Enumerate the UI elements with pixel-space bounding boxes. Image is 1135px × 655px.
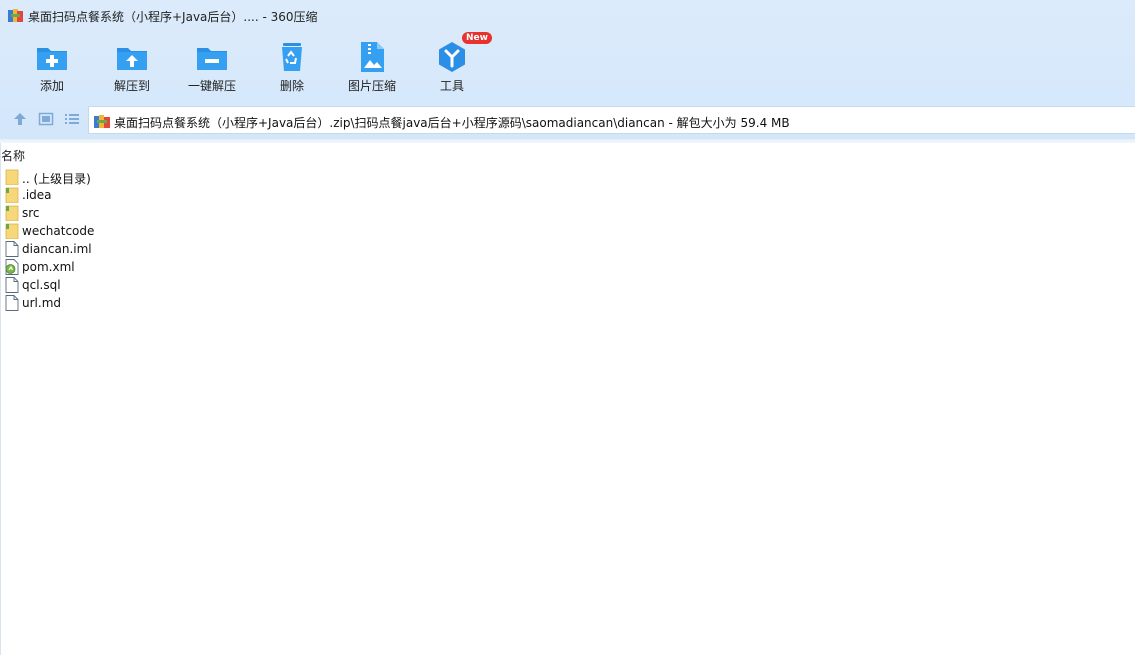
add-label: 添加 bbox=[39, 79, 64, 93]
toolbar: 添加 解压到 一键解压 删除 图片压缩 New 工具 bbox=[0, 32, 1135, 96]
file-name: diancan.iml bbox=[22, 242, 92, 256]
extract-to-label: 解压到 bbox=[113, 79, 150, 93]
delete-label: 删除 bbox=[279, 79, 304, 93]
one-click-extract-label: 一键解压 bbox=[187, 79, 236, 93]
file-name: url.md bbox=[22, 296, 61, 310]
file-name: pom.xml bbox=[22, 260, 75, 274]
tools-button[interactable]: New 工具 bbox=[412, 32, 492, 96]
list-item[interactable]: diancan.iml bbox=[5, 240, 305, 258]
list-item[interactable]: qcl.sql bbox=[5, 276, 305, 294]
archive-icon bbox=[94, 115, 110, 128]
address-bar[interactable]: 桌面扫码点餐系统（小程序+Java后台）.zip\扫码点餐java后台+小程序源… bbox=[88, 106, 1135, 134]
list-item[interactable]: src bbox=[5, 204, 305, 222]
folder-icon bbox=[5, 223, 19, 239]
new-badge: New bbox=[462, 32, 492, 44]
file-name: qcl.sql bbox=[22, 278, 61, 292]
file-list-pane: 名称 .. (上级目录) .idea src wechatcode dianca… bbox=[0, 143, 1135, 655]
file-name: wechatcode bbox=[22, 224, 95, 238]
image-compress-button[interactable]: 图片压缩 bbox=[332, 36, 412, 96]
list-item[interactable]: .. (上级目录) bbox=[5, 168, 305, 186]
image-compress-icon bbox=[361, 42, 384, 72]
address-path: 桌面扫码点餐系统（小程序+Java后台）.zip\扫码点餐java后台+小程序源… bbox=[114, 116, 790, 130]
one-click-extract-button[interactable]: 一键解压 bbox=[172, 36, 252, 96]
view-thumbnail-icon[interactable] bbox=[38, 111, 54, 127]
app-logo-icon bbox=[8, 9, 23, 22]
view-list-icon[interactable] bbox=[64, 111, 80, 127]
recycle-bin-icon bbox=[282, 43, 302, 71]
top-panel: 桌面扫码点餐系统（小程序+Java后台）.... - 360压缩 添加 解压到 bbox=[0, 0, 1135, 143]
tools-icon bbox=[439, 42, 465, 72]
file-name: .. (上级目录) bbox=[22, 172, 91, 186]
parent-folder-icon bbox=[5, 169, 19, 185]
file-list: .. (上级目录) .idea src wechatcode diancan.i… bbox=[5, 168, 305, 312]
delete-button[interactable]: 删除 bbox=[252, 36, 332, 96]
one-click-extract-icon bbox=[197, 48, 227, 70]
extract-to-button[interactable]: 解压到 bbox=[92, 36, 172, 96]
file-icon bbox=[5, 295, 19, 311]
image-compress-label: 图片压缩 bbox=[347, 79, 396, 93]
list-item[interactable]: .idea bbox=[5, 186, 305, 204]
add-button[interactable]: 添加 bbox=[12, 36, 92, 96]
up-arrow-icon[interactable] bbox=[12, 111, 28, 127]
navigation-bar: 桌面扫码点餐系统（小程序+Java后台）.zip\扫码点餐java后台+小程序源… bbox=[0, 104, 1135, 134]
file-name: .idea bbox=[22, 188, 52, 202]
title-bar: 桌面扫码点餐系统（小程序+Java后台）.... - 360压缩 bbox=[0, 0, 1135, 32]
list-item[interactable]: pom.xml bbox=[5, 258, 305, 276]
add-folder-icon bbox=[37, 48, 67, 70]
file-name: src bbox=[22, 206, 40, 220]
column-header-name[interactable]: 名称 bbox=[1, 147, 25, 164]
list-item[interactable]: url.md bbox=[5, 294, 305, 312]
tools-label: 工具 bbox=[439, 79, 464, 93]
extract-to-icon bbox=[117, 48, 147, 70]
file-icon bbox=[5, 277, 19, 293]
list-item[interactable]: wechatcode bbox=[5, 222, 305, 240]
folder-icon bbox=[5, 205, 19, 221]
folder-icon bbox=[5, 187, 19, 203]
file-icon bbox=[5, 241, 19, 257]
xml-file-icon bbox=[5, 259, 19, 275]
window-title: 桌面扫码点餐系统（小程序+Java后台）.... - 360压缩 bbox=[28, 10, 318, 24]
